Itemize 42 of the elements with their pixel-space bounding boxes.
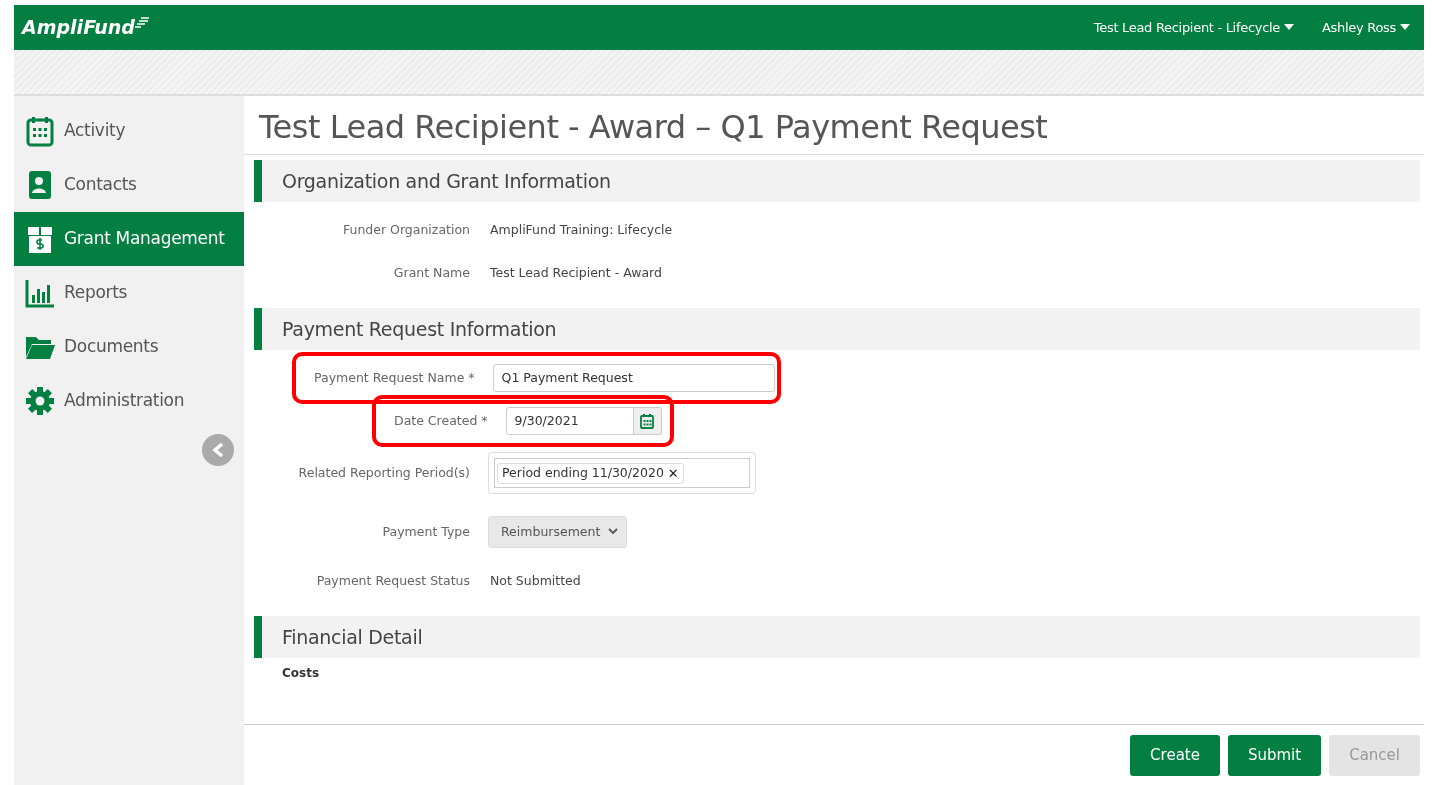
sidebar-item[interactable]: Reports	[14, 266, 244, 320]
field-label: Related Reporting Period(s)	[297, 464, 471, 482]
section-header: Organization and Grant Information	[254, 160, 1420, 203]
calendar-icon	[24, 115, 56, 147]
remove-tag-button[interactable]: ✕	[663, 463, 679, 484]
sidebar-item[interactable]: Grant Management	[14, 212, 244, 266]
action-button[interactable]: Create	[1130, 734, 1220, 776]
subheading: Costs	[281, 665, 321, 683]
section-header: Financial Detail	[254, 616, 1420, 659]
section-header: Payment Request Information	[254, 308, 1420, 351]
caret-icon	[1400, 24, 1410, 31]
date-field[interactable]: 9/30/2021	[505, 406, 634, 435]
sidebar-item[interactable]: Activity	[14, 104, 244, 158]
bar-chart-icon	[24, 277, 56, 309]
field-label: Payment Request Status	[315, 571, 471, 590]
chevron-left-icon	[212, 442, 224, 458]
field-label: Payment Type	[381, 522, 471, 541]
tag-field[interactable]: Period ending 11/30/2020 ✕	[488, 452, 756, 495]
caret-icon	[1284, 24, 1294, 31]
brand-logo: AmpliFund	[22, 15, 135, 41]
field-label: Grant Name	[392, 263, 471, 282]
sidebar-item[interactable]: Contacts	[14, 158, 244, 212]
tag-chip: Period ending 11/30/2020 ✕	[497, 462, 684, 485]
page-title: Test Lead Recipient - Award – Q1 Payment Request	[244, 96, 1424, 156]
chevron-down-icon	[608, 528, 619, 536]
dropdown-menu[interactable]: Test Lead Recipient - Lifecycle	[1087, 16, 1300, 39]
field-value: Test Lead Recipient - Award	[489, 263, 662, 282]
calendar-icon	[640, 412, 655, 429]
logo-icon	[134, 16, 149, 29]
dropdown-menu[interactable]: Ashley Ross	[1316, 16, 1416, 39]
field-label: Date Created *	[393, 411, 489, 430]
calendar-button[interactable]	[633, 406, 662, 435]
sidebar-item[interactable]: Documents	[14, 320, 244, 374]
field-value: Not Submitted	[489, 571, 581, 590]
field-value: AmpliFund Training: Lifecycle	[489, 220, 673, 239]
select-dropdown[interactable]: Reimbursement	[488, 515, 628, 548]
input-field[interactable]: Q1 Payment Request	[492, 363, 775, 392]
sidebar-item[interactable]: Administration	[14, 374, 244, 428]
field-label: Funder Organization	[342, 220, 471, 239]
action-button[interactable]: Submit	[1227, 734, 1322, 776]
field-label: Payment Request Name *	[313, 368, 476, 387]
settings-icon	[24, 385, 56, 417]
